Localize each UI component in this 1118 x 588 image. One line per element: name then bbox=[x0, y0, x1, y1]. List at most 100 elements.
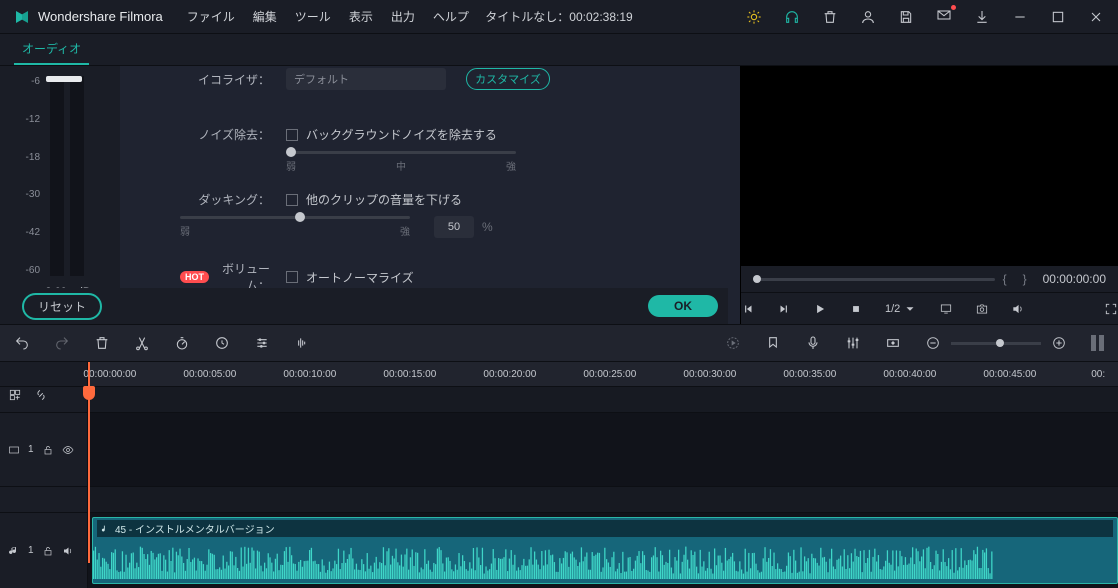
download-icon[interactable] bbox=[974, 9, 990, 25]
ruler-tick: 00:00:00:00 bbox=[83, 369, 136, 380]
audio-track-head: 1 bbox=[0, 513, 88, 588]
meter-tick: -18 bbox=[26, 152, 40, 163]
ducking-label: ダッキング： bbox=[180, 191, 270, 208]
ruler-tick: 00:00:05:00 bbox=[183, 369, 236, 380]
adjust-icon[interactable] bbox=[254, 335, 270, 351]
eye-icon[interactable] bbox=[62, 444, 74, 456]
menu-help[interactable]: ヘルプ bbox=[433, 8, 469, 25]
menu-tools[interactable]: ツール bbox=[295, 8, 331, 25]
split-icon[interactable] bbox=[134, 335, 150, 351]
preview-viewport bbox=[741, 66, 1118, 266]
noise-remove-text: バックグラウンドノイズを除去する bbox=[306, 126, 497, 143]
music-note-icon bbox=[101, 524, 111, 534]
lock-icon[interactable] bbox=[42, 444, 54, 456]
ruler-tick: 00:00:20:00 bbox=[483, 369, 536, 380]
sun-icon[interactable] bbox=[746, 9, 762, 25]
lock-icon[interactable] bbox=[42, 545, 54, 557]
autonormalize-checkbox[interactable] bbox=[286, 271, 298, 283]
crop-icon[interactable] bbox=[214, 335, 230, 351]
ruler-tick: 00:00:35:00 bbox=[783, 369, 836, 380]
speed-icon[interactable] bbox=[174, 335, 190, 351]
meter-fader[interactable] bbox=[46, 76, 82, 82]
speaker-icon[interactable] bbox=[1011, 302, 1025, 316]
audio-wave-icon[interactable] bbox=[294, 335, 310, 351]
save-icon[interactable] bbox=[898, 9, 914, 25]
project-title: タイトルなし：00:02:38:19 bbox=[485, 8, 632, 25]
zoom-out-icon[interactable] bbox=[925, 335, 941, 351]
clip-name: 45 - インストルメンタルバージョン bbox=[115, 521, 275, 536]
video-track-number: 1 bbox=[28, 444, 34, 455]
noise-slider[interactable] bbox=[286, 151, 516, 154]
ducking-value-input[interactable] bbox=[434, 216, 474, 238]
ducking-text: 他のクリップの音量を下げる bbox=[306, 191, 462, 208]
audio-track: 1 45 - インストルメンタルバージョン bbox=[0, 512, 1118, 588]
zoom-slider[interactable] bbox=[951, 342, 1041, 345]
menu-edit[interactable]: 編集 bbox=[253, 8, 277, 25]
mark-out-button[interactable]: } bbox=[1023, 272, 1027, 286]
audio-track-body[interactable]: 45 - インストルメンタルバージョン bbox=[88, 513, 1118, 588]
marker-icon[interactable] bbox=[765, 335, 781, 351]
slider-label-mid: 中 bbox=[396, 158, 406, 173]
menu-bar: ファイル 編集 ツール 表示 出力 ヘルプ bbox=[187, 8, 469, 25]
ruler-tick: 00:00:40:00 bbox=[883, 369, 936, 380]
menu-view[interactable]: 表示 bbox=[349, 8, 373, 25]
mixer-icon[interactable] bbox=[845, 335, 861, 351]
menu-export[interactable]: 出力 bbox=[391, 8, 415, 25]
voiceover-icon[interactable] bbox=[805, 335, 821, 351]
meter-tick: -30 bbox=[26, 189, 40, 200]
menu-file[interactable]: ファイル bbox=[187, 8, 235, 25]
delete-icon[interactable] bbox=[94, 335, 110, 351]
ducking-slider[interactable] bbox=[180, 216, 410, 219]
ok-button[interactable]: OK bbox=[648, 295, 718, 317]
link-icon[interactable] bbox=[34, 388, 48, 402]
zoom-fit-icon[interactable] bbox=[1091, 335, 1104, 351]
fullscreen-icon[interactable] bbox=[1104, 302, 1118, 316]
render-icon[interactable] bbox=[725, 335, 741, 351]
tab-bar: オーディオ bbox=[0, 34, 1118, 66]
play-icon[interactable] bbox=[813, 302, 827, 316]
headphones-icon[interactable] bbox=[784, 9, 800, 25]
trash-icon[interactable] bbox=[822, 9, 838, 25]
close-icon[interactable] bbox=[1088, 9, 1104, 25]
zoom-in-icon[interactable] bbox=[1051, 335, 1067, 351]
noise-remove-checkbox[interactable] bbox=[286, 129, 298, 141]
tab-audio[interactable]: オーディオ bbox=[14, 34, 89, 65]
snapshot-icon[interactable] bbox=[975, 302, 989, 316]
prev-frame-icon[interactable] bbox=[741, 302, 755, 316]
timeline-ruler[interactable]: 00:00:00:00 00:00:05:00 00:00:10:00 00:0… bbox=[88, 362, 1118, 386]
keyframe-icon[interactable] bbox=[885, 335, 901, 351]
stop-icon[interactable] bbox=[849, 302, 863, 316]
noise-remove-label: ノイズ除去： bbox=[180, 126, 270, 143]
video-track-body[interactable] bbox=[88, 413, 1118, 486]
project-title-prefix: タイトルなし： bbox=[485, 10, 569, 24]
meter-channel-right bbox=[70, 76, 84, 276]
audio-meter: -6 -12 -18 -30 -42 -60 -3.60 dB bbox=[0, 66, 120, 324]
mute-icon[interactable] bbox=[62, 545, 74, 557]
audio-track-number: 1 bbox=[28, 545, 34, 556]
ruler-tick: 00:00:45:00 bbox=[983, 369, 1036, 380]
maximize-icon[interactable] bbox=[1050, 9, 1066, 25]
meter-tick: -12 bbox=[26, 114, 40, 125]
slider-label-weak: 弱 bbox=[180, 223, 190, 238]
undo-icon[interactable] bbox=[14, 335, 30, 351]
reset-button[interactable]: リセット bbox=[22, 293, 102, 320]
preview-zoom-dropdown[interactable]: 1/2 bbox=[885, 302, 917, 316]
customize-button[interactable]: カスタマイズ bbox=[466, 68, 550, 90]
preview-timecode: 00:00:00:00 bbox=[1043, 272, 1106, 286]
redo-icon[interactable] bbox=[54, 335, 70, 351]
slider-label-strong: 強 bbox=[400, 223, 410, 238]
mark-in-button[interactable]: { bbox=[1003, 272, 1007, 286]
meter-tick: -6 bbox=[31, 76, 40, 87]
display-icon[interactable] bbox=[939, 302, 953, 316]
minimize-icon[interactable] bbox=[1012, 9, 1028, 25]
preview-seek-bar[interactable] bbox=[753, 278, 995, 281]
ducking-checkbox[interactable] bbox=[286, 194, 298, 206]
next-frame-icon[interactable] bbox=[777, 302, 791, 316]
user-icon[interactable] bbox=[860, 9, 876, 25]
equalizer-dropdown[interactable]: デフォルト bbox=[286, 68, 446, 90]
mail-icon[interactable] bbox=[936, 7, 952, 23]
ruler-tick: 00:00:15:00 bbox=[383, 369, 436, 380]
manage-tracks-icon[interactable] bbox=[8, 388, 22, 402]
playhead[interactable] bbox=[88, 362, 90, 563]
audio-clip[interactable]: 45 - インストルメンタルバージョン bbox=[92, 517, 1118, 584]
